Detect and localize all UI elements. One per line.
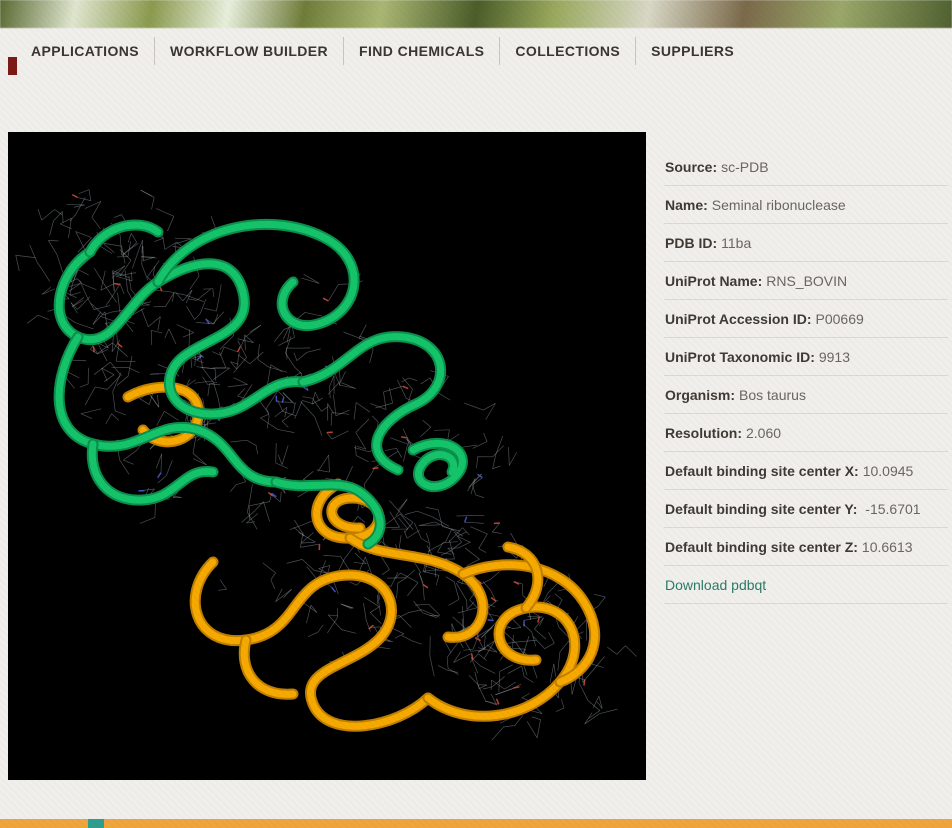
detail-value: P00669 bbox=[816, 311, 864, 327]
nav-item-workflow-builder[interactable]: WORKFLOW BUILDER bbox=[154, 37, 343, 65]
nav-item-applications[interactable]: APPLICATIONS bbox=[16, 37, 154, 65]
detail-value: Bos taurus bbox=[739, 387, 806, 403]
detail-label: Default binding site center Y: bbox=[665, 501, 857, 517]
detail-row-download: Download pdbqt bbox=[664, 566, 948, 604]
nav-item-suppliers[interactable]: SUPPLIERS bbox=[635, 37, 749, 65]
detail-value: -15.6701 bbox=[865, 501, 920, 517]
detail-label: UniProt Taxonomic ID: bbox=[665, 349, 815, 365]
detail-label: PDB ID: bbox=[665, 235, 717, 251]
detail-value: RNS_BOVIN bbox=[766, 273, 847, 289]
detail-label: Resolution: bbox=[665, 425, 742, 441]
download-pdbqt-link[interactable]: Download pdbqt bbox=[665, 577, 766, 593]
detail-value: 9913 bbox=[819, 349, 850, 365]
red-ribbon-accent bbox=[8, 57, 17, 75]
nav-item-find-chemicals[interactable]: FIND CHEMICALS bbox=[343, 37, 499, 65]
detail-value: 2.060 bbox=[746, 425, 781, 441]
header-banner-image bbox=[0, 0, 952, 28]
detail-row-binding-center-x: Default binding site center X:10.0945 bbox=[664, 452, 948, 490]
detail-row-source: Source:sc-PDB bbox=[664, 148, 948, 186]
detail-row-uniprot-accession: UniProt Accession ID:P00669 bbox=[664, 300, 948, 338]
detail-label: Default binding site center X: bbox=[665, 463, 859, 479]
protein-ribbon-render bbox=[8, 132, 646, 780]
bottom-teal-accent bbox=[88, 819, 104, 828]
main-navigation: APPLICATIONS WORKFLOW BUILDER FIND CHEMI… bbox=[0, 28, 952, 74]
detail-value: 10.6613 bbox=[862, 539, 913, 555]
detail-value: Seminal ribonuclease bbox=[712, 197, 846, 213]
molecule-3d-viewer[interactable] bbox=[8, 132, 646, 780]
detail-row-binding-center-z: Default binding site center Z:10.6613 bbox=[664, 528, 948, 566]
nav-item-collections[interactable]: COLLECTIONS bbox=[499, 37, 635, 65]
detail-row-pdb-id: PDB ID:11ba bbox=[664, 224, 948, 262]
detail-row-organism: Organism:Bos taurus bbox=[664, 376, 948, 414]
detail-value: 10.0945 bbox=[863, 463, 914, 479]
detail-label: Source: bbox=[665, 159, 717, 175]
detail-value: 11ba bbox=[721, 235, 751, 251]
detail-row-binding-center-y: Default binding site center Y: -15.6701 bbox=[664, 490, 948, 528]
detail-row-uniprot-name: UniProt Name:RNS_BOVIN bbox=[664, 262, 948, 300]
detail-value: sc-PDB bbox=[721, 159, 768, 175]
detail-label: UniProt Name: bbox=[665, 273, 762, 289]
detail-label: Name: bbox=[665, 197, 708, 213]
detail-row-name: Name:Seminal ribonuclease bbox=[664, 186, 948, 224]
detail-label: Default binding site center Z: bbox=[665, 539, 858, 555]
detail-label: UniProt Accession ID: bbox=[665, 311, 812, 327]
bottom-orange-bar bbox=[0, 819, 952, 828]
protein-details-panel: Source:sc-PDB Name:Seminal ribonuclease … bbox=[664, 148, 948, 604]
detail-row-uniprot-taxonomic: UniProt Taxonomic ID:9913 bbox=[664, 338, 948, 376]
detail-label: Organism: bbox=[665, 387, 735, 403]
detail-row-resolution: Resolution:2.060 bbox=[664, 414, 948, 452]
